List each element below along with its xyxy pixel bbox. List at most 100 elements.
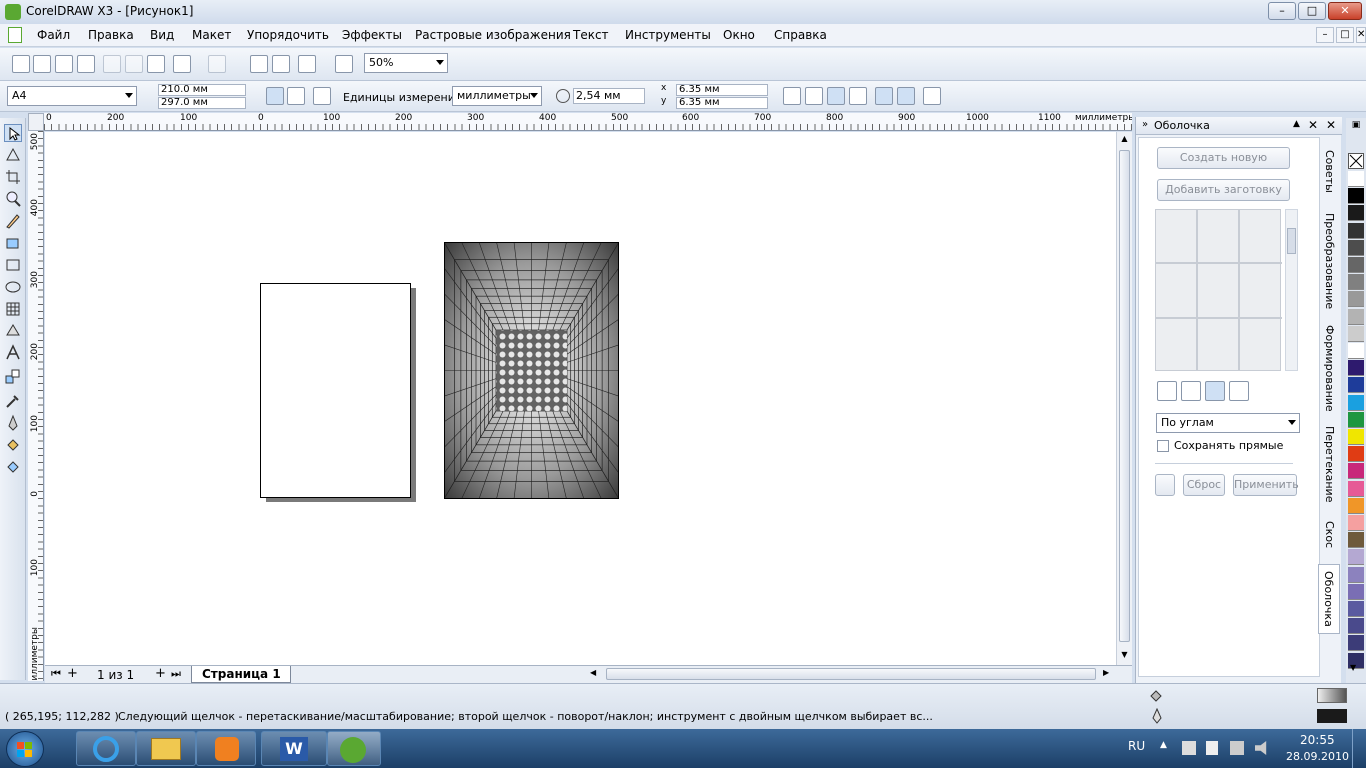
color-swatch[interactable]	[1348, 188, 1364, 205]
taskbar-media-button[interactable]	[196, 731, 256, 766]
coreldraw-app-icon[interactable]	[5, 4, 21, 20]
color-swatch[interactable]	[1348, 171, 1364, 187]
clock-time[interactable]: 20:55	[1300, 733, 1335, 747]
palette-scroll-down-icon[interactable]: ▼	[1350, 663, 1356, 672]
color-swatch[interactable]	[1348, 274, 1364, 291]
rectangle-tool-icon[interactable]	[4, 256, 22, 274]
duplicate-y-field[interactable]: 6.35 мм	[676, 97, 768, 109]
preset-scrollbar[interactable]	[1285, 209, 1298, 371]
taskbar-ie-button[interactable]	[76, 731, 136, 766]
color-swatch[interactable]	[1348, 308, 1364, 325]
undo-icon[interactable]	[173, 55, 191, 73]
snap-grid-icon[interactable]	[783, 87, 801, 105]
color-swatch[interactable]	[1348, 429, 1364, 445]
blend-tunnel-object[interactable]	[443, 241, 620, 500]
color-swatch[interactable]	[1348, 343, 1364, 359]
color-swatch[interactable]	[1348, 463, 1364, 480]
tab-transform[interactable]: Преобразование	[1318, 208, 1340, 314]
doc-restore-button[interactable]: □	[1336, 27, 1354, 43]
horizontal-scroll-thumb[interactable]	[606, 668, 1096, 680]
eyedropper-tool-icon[interactable]	[4, 392, 22, 410]
outline-tool-icon[interactable]	[4, 414, 22, 432]
fill-indicator-icon[interactable]	[1148, 688, 1164, 704]
zoom-tool-icon[interactable]	[4, 190, 22, 208]
interactive-blend-tool-icon[interactable]	[4, 368, 22, 386]
copy-icon[interactable]	[125, 55, 143, 73]
vertical-scroll-thumb[interactable]	[1119, 150, 1130, 642]
scroll-down-icon[interactable]: ▼	[1119, 650, 1130, 661]
vertical-ruler[interactable]: 500 400 300 200 100 0 100 миллиметры	[28, 131, 44, 681]
options-icon[interactable]	[923, 87, 941, 105]
cut-icon[interactable]	[103, 55, 121, 73]
fill-tool-icon[interactable]	[4, 436, 22, 454]
nudge-field[interactable]: 2,54 мм	[573, 88, 645, 104]
show-hidden-icons-icon[interactable]: ▲	[1160, 740, 1167, 750]
color-swatch[interactable]	[1348, 394, 1364, 411]
shape-tool-icon[interactable]	[4, 146, 22, 164]
units-combo[interactable]: миллиметры	[452, 86, 542, 106]
color-swatch[interactable]	[1348, 205, 1364, 222]
smart-fill-icon[interactable]	[4, 234, 22, 252]
tab-bevel[interactable]: Скос	[1318, 512, 1340, 558]
duplicate-x-field[interactable]: 6.35 мм	[676, 84, 768, 96]
first-page-icon[interactable]: ⏮	[51, 667, 61, 681]
drawing-canvas[interactable]	[45, 132, 1116, 665]
paste-icon[interactable]	[147, 55, 165, 73]
tab-blend[interactable]: Перетекание	[1318, 422, 1340, 506]
docker-close-all-icon[interactable]: ✕	[1326, 118, 1336, 132]
docker-close-icon[interactable]: ✕	[1308, 118, 1318, 132]
action-center-icon[interactable]	[1230, 741, 1244, 755]
outline-indicator-icon[interactable]	[1150, 707, 1164, 724]
start-button[interactable]	[6, 731, 44, 767]
language-indicator[interactable]: RU	[1128, 739, 1145, 753]
color-swatch[interactable]	[1348, 618, 1364, 635]
color-swatch[interactable]	[1348, 291, 1364, 308]
text-tool-icon[interactable]	[4, 344, 22, 362]
color-swatch[interactable]	[1348, 515, 1364, 531]
menu-help[interactable]: Справка	[774, 28, 827, 42]
taskbar-coreldraw-button[interactable]	[327, 731, 381, 766]
redo-icon[interactable]	[208, 55, 226, 73]
apply-button[interactable]: Применить	[1233, 474, 1299, 496]
welcome-screen-icon[interactable]	[335, 55, 353, 73]
landscape-icon[interactable]	[287, 87, 305, 105]
page-tab[interactable]: Страница 1	[191, 666, 291, 683]
scroll-right-icon[interactable]: ▶	[1103, 668, 1113, 680]
minimize-button[interactable]: –	[1268, 2, 1296, 20]
menu-tools[interactable]: Инструменты	[625, 28, 711, 42]
tab-shaping[interactable]: Формирование	[1318, 320, 1340, 416]
eyedropper-icon[interactable]	[1155, 474, 1175, 496]
tab-envelope[interactable]: Оболочка	[1318, 564, 1340, 634]
no-fill-swatch[interactable]	[1348, 153, 1364, 169]
color-swatch[interactable]	[1348, 411, 1364, 428]
document-icon[interactable]	[8, 27, 22, 43]
color-swatch[interactable]	[1348, 497, 1364, 514]
color-swatch[interactable]	[1348, 325, 1364, 342]
zoom-combo[interactable]: 50%	[364, 53, 448, 73]
horizontal-ruler[interactable]: 0 200 100 0 100 200 300 400 500 600 700 …	[44, 113, 1132, 131]
menu-effects[interactable]: Эффекты	[342, 28, 402, 42]
draw-selection-icon[interactable]	[897, 87, 915, 105]
doc-close-button[interactable]: ✕	[1356, 27, 1366, 43]
preset-scroll-thumb[interactable]	[1287, 228, 1296, 254]
network-icon[interactable]	[1182, 741, 1196, 755]
basic-shapes-tool-icon[interactable]	[4, 322, 22, 340]
menu-edit[interactable]: Правка	[88, 28, 134, 42]
page-height-field[interactable]: 297.0 мм	[158, 97, 246, 109]
create-new-button[interactable]: Создать новую	[1157, 147, 1290, 169]
menu-file[interactable]: Файл	[37, 28, 70, 42]
color-swatch[interactable]	[1348, 257, 1364, 273]
freehand-tool-icon[interactable]	[4, 212, 22, 230]
taskbar-word-button[interactable]: W	[261, 731, 327, 766]
outline-color-swatch[interactable]	[1317, 709, 1347, 723]
preset-grid[interactable]	[1155, 209, 1282, 371]
volume-icon[interactable]	[1255, 741, 1267, 755]
menu-bitmaps[interactable]: Растровые изображения	[415, 28, 571, 42]
color-swatch[interactable]	[1348, 532, 1364, 549]
device-icon[interactable]	[1206, 741, 1218, 755]
docker-arrow-icon[interactable]: ▲	[1293, 119, 1300, 129]
color-swatch[interactable]	[1348, 566, 1364, 583]
color-swatch[interactable]	[1348, 446, 1364, 463]
menu-text[interactable]: Текст	[573, 28, 609, 42]
portrait-icon[interactable]	[266, 87, 284, 105]
